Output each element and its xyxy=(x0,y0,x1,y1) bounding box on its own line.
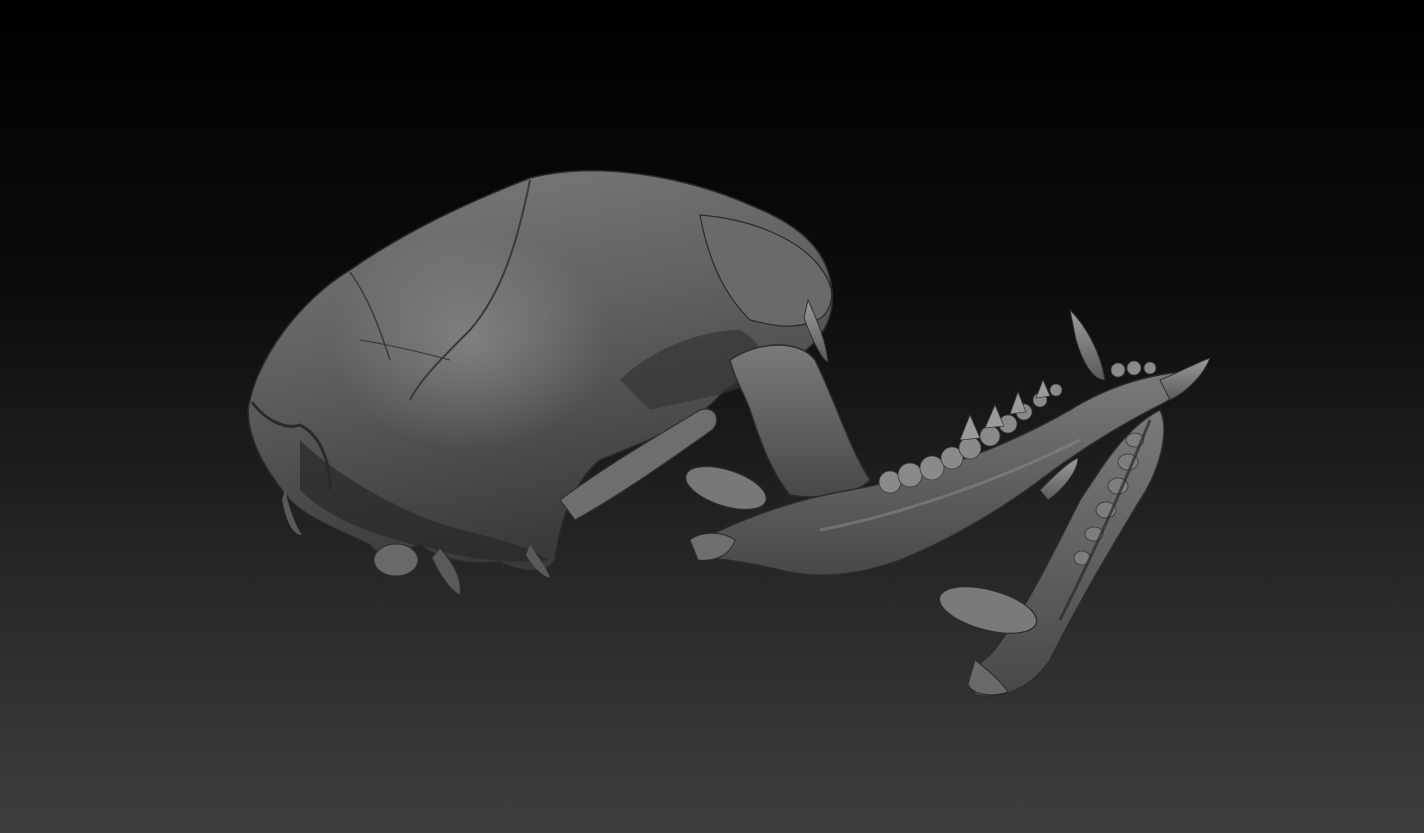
render-viewport xyxy=(0,0,1424,833)
skull-render-icon xyxy=(0,0,1424,833)
